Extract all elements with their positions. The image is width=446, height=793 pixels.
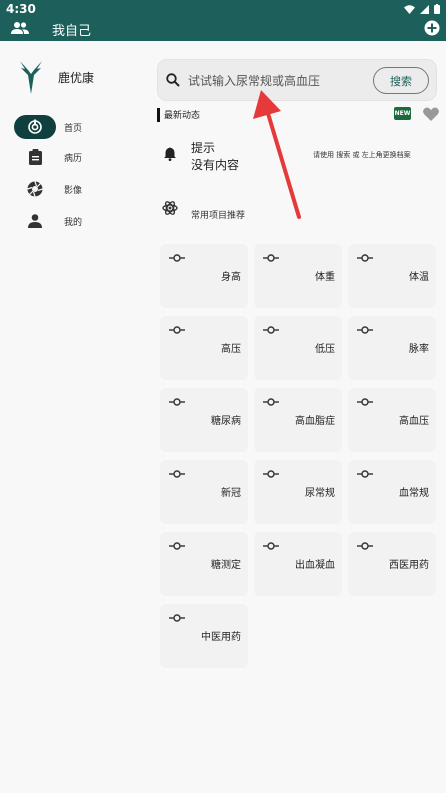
person-icon <box>28 214 42 228</box>
item-label: 身高 <box>221 272 241 283</box>
new-badge-icon[interactable]: NEW <box>394 107 411 120</box>
dial-icon <box>263 254 279 262</box>
item-label: 糖测定 <box>211 560 241 571</box>
page-title: 我自己 <box>52 24 92 39</box>
nav-item-home[interactable]: 首页 <box>14 114 114 140</box>
dial-icon <box>357 542 373 550</box>
notification-bell-icon <box>164 147 176 161</box>
dial-icon <box>263 326 279 334</box>
dial-icon <box>169 254 185 262</box>
news-label: 最新动态 <box>164 111 201 121</box>
item-label: 高血脂症 <box>295 416 335 427</box>
item-label: 体温 <box>409 272 429 283</box>
status-bar: 4:30 <box>0 0 446 18</box>
dial-icon <box>169 398 185 406</box>
signal-icon <box>420 4 429 14</box>
item-label: 低压 <box>315 344 335 355</box>
atom-icon <box>162 201 178 215</box>
item-label: 尿常规 <box>305 488 335 499</box>
item-label: 新冠 <box>221 488 241 499</box>
item-card[interactable]: 体重 <box>254 244 342 308</box>
item-label: 高压 <box>221 344 241 355</box>
brand-name: 鹿优康 <box>58 71 95 85</box>
search-input[interactable] <box>188 70 368 92</box>
dial-icon <box>169 542 185 550</box>
sidebar: 鹿优康 首页 病历 影像 我的 <box>0 41 148 793</box>
dial-icon <box>357 470 373 478</box>
item-card[interactable]: 高血脂症 <box>254 388 342 452</box>
item-card[interactable]: 糖测定 <box>160 532 248 596</box>
nav-item-mine[interactable]: 我的 <box>14 208 114 234</box>
item-card[interactable]: 出血凝血 <box>254 532 342 596</box>
item-card[interactable]: 身高 <box>160 244 248 308</box>
dial-icon <box>169 326 185 334</box>
app-bar: 我自己 <box>0 18 446 41</box>
search-bar: 搜索 <box>157 59 437 101</box>
nav-label: 病历 <box>64 153 83 164</box>
item-label: 出血凝血 <box>295 560 335 571</box>
dial-icon <box>357 326 373 334</box>
item-label: 脉率 <box>409 344 429 355</box>
main-content: 搜索 最新动态 NEW 提示 没有内容 请使用 搜索 或 左上角更换档案 常用项… <box>148 41 446 793</box>
nav-item-records[interactable]: 病历 <box>14 144 114 170</box>
search-button[interactable]: 搜索 <box>373 67 429 94</box>
item-card[interactable]: 脉率 <box>348 316 436 380</box>
clipboard-icon <box>28 149 42 165</box>
system-icons <box>404 4 440 14</box>
switch-profile-icon[interactable] <box>11 21 29 35</box>
item-card[interactable]: 新冠 <box>160 460 248 524</box>
dial-icon <box>263 542 279 550</box>
item-card[interactable]: 体温 <box>348 244 436 308</box>
item-label: 体重 <box>315 272 335 283</box>
item-card[interactable]: 糖尿病 <box>160 388 248 452</box>
item-label: 西医用药 <box>389 560 429 571</box>
aperture-icon <box>27 181 43 197</box>
section-marker <box>157 108 160 122</box>
tip-title: 提示 <box>191 141 216 155</box>
item-card[interactable]: 中医用药 <box>160 604 248 668</box>
dial-icon <box>263 398 279 406</box>
nav-label: 我的 <box>64 217 83 228</box>
dial-icon <box>357 254 373 262</box>
item-card[interactable]: 血常规 <box>348 460 436 524</box>
item-label: 血常规 <box>399 488 429 499</box>
favorite-heart-icon[interactable] <box>423 107 439 121</box>
status-time: 4:30 <box>6 2 36 16</box>
nav-label: 影像 <box>64 185 83 196</box>
dial-icon <box>169 614 185 622</box>
dial-icon <box>357 398 373 406</box>
nav-item-imaging[interactable]: 影像 <box>14 176 114 202</box>
tip-body: 没有内容 <box>191 158 240 172</box>
nav-label: 首页 <box>64 123 83 134</box>
tip-hint: 请使用 搜索 或 左上角更换档案 <box>313 151 411 159</box>
item-card[interactable]: 高压 <box>160 316 248 380</box>
item-label: 中医用药 <box>201 632 241 643</box>
item-label: 高血压 <box>399 416 429 427</box>
add-icon[interactable] <box>424 20 440 36</box>
item-label: 糖尿病 <box>211 416 241 427</box>
battery-icon <box>434 4 440 14</box>
dial-icon <box>169 470 185 478</box>
deer-logo-icon <box>20 61 42 94</box>
recommend-label: 常用项目推荐 <box>191 211 246 221</box>
wifi-icon <box>404 4 415 14</box>
item-card[interactable]: 低压 <box>254 316 342 380</box>
home-target-icon <box>28 119 42 134</box>
item-card[interactable]: 西医用药 <box>348 532 436 596</box>
dial-icon <box>263 470 279 478</box>
search-icon <box>166 73 180 87</box>
item-card[interactable]: 高血压 <box>348 388 436 452</box>
item-card[interactable]: 尿常规 <box>254 460 342 524</box>
